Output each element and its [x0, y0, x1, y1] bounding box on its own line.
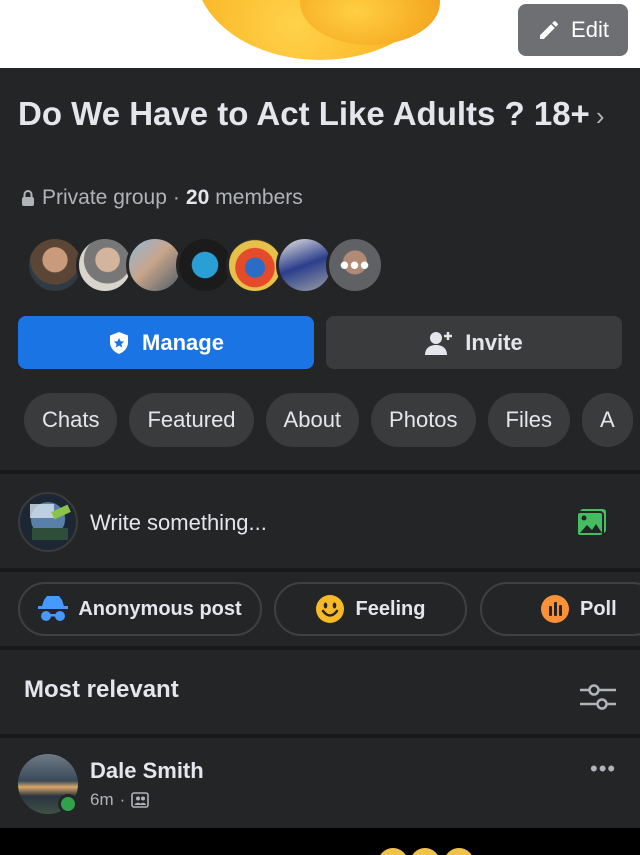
filter-sliders-icon[interactable] [578, 682, 618, 712]
add-person-icon [425, 331, 453, 355]
anonymous-post-button[interactable]: Anonymous post [18, 582, 262, 636]
group-title[interactable]: Do We Have to Act Like Adults ? 18+ › [18, 92, 618, 138]
composer-input[interactable]: Write something... [90, 510, 267, 536]
privacy-label: Private group [42, 186, 167, 209]
tab-featured[interactable]: Featured [129, 393, 254, 447]
post-media[interactable] [0, 828, 640, 855]
post-composer[interactable]: Write something... [0, 474, 640, 570]
feed-sort-row: Most relevant [0, 650, 640, 734]
cover-photo: Edit [0, 0, 640, 68]
post-author-name[interactable]: Dale Smith [90, 758, 204, 784]
group-members-icon [131, 792, 150, 808]
more-dots-icon: ••• [339, 249, 371, 280]
tab-chats[interactable]: Chats [24, 393, 118, 447]
quick-actions: Anonymous post Feeling Poll [0, 572, 640, 646]
lock-icon [22, 190, 34, 206]
poll-icon [541, 595, 569, 623]
post-time[interactable]: 6m [90, 790, 114, 810]
member-count: 20 [185, 186, 210, 209]
tab-files[interactable]: Files [487, 393, 570, 447]
anonymous-post-label: Anonymous post [78, 597, 242, 620]
tab-photos[interactable]: Photos [371, 393, 476, 447]
group-name: Do We Have to Act Like Adults ? 18+ [18, 95, 590, 132]
manage-label: Manage [142, 329, 224, 355]
media-element [378, 848, 408, 855]
poll-label: Poll [580, 597, 617, 620]
edit-label: Edit [571, 17, 609, 42]
poll-button[interactable]: Poll [480, 582, 640, 636]
feed-post: Dale Smith 6m · ••• [0, 738, 640, 855]
sort-label[interactable]: Most relevant [24, 676, 179, 704]
members-label[interactable]: members [215, 186, 303, 210]
invite-label: Invite [465, 329, 523, 355]
online-status-dot [58, 794, 78, 814]
meta-separator: · [172, 186, 180, 209]
post-meta-separator: · [119, 790, 126, 809]
tab-about[interactable]: About [265, 393, 360, 447]
post-meta: 6m · [90, 790, 150, 810]
media-element [444, 848, 474, 855]
invite-button[interactable]: Invite [326, 316, 622, 369]
more-members-button[interactable]: ••• [326, 236, 384, 294]
tab-partial[interactable]: A [582, 393, 633, 447]
smiley-icon [316, 595, 345, 623]
edit-cover-button[interactable]: Edit [518, 4, 628, 56]
group-tabs: Chats Featured About Photos Files A [24, 393, 633, 447]
rc-maniacs-logo-icon [30, 504, 71, 540]
user-avatar[interactable] [18, 492, 78, 552]
post-options-button[interactable]: ••• [590, 756, 616, 782]
shield-star-icon [110, 331, 129, 354]
media-element [410, 848, 440, 855]
manage-button[interactable]: Manage [18, 316, 314, 369]
member-avatars[interactable]: ••• [26, 236, 384, 294]
group-meta: Private group · 20 members [20, 186, 303, 210]
pencil-icon [540, 20, 559, 39]
incognito-icon [38, 596, 69, 621]
photo-icon[interactable] [576, 507, 608, 537]
feeling-label: Feeling [355, 597, 426, 620]
chevron-right-icon: › [595, 101, 605, 131]
feeling-button[interactable]: Feeling [274, 582, 467, 636]
